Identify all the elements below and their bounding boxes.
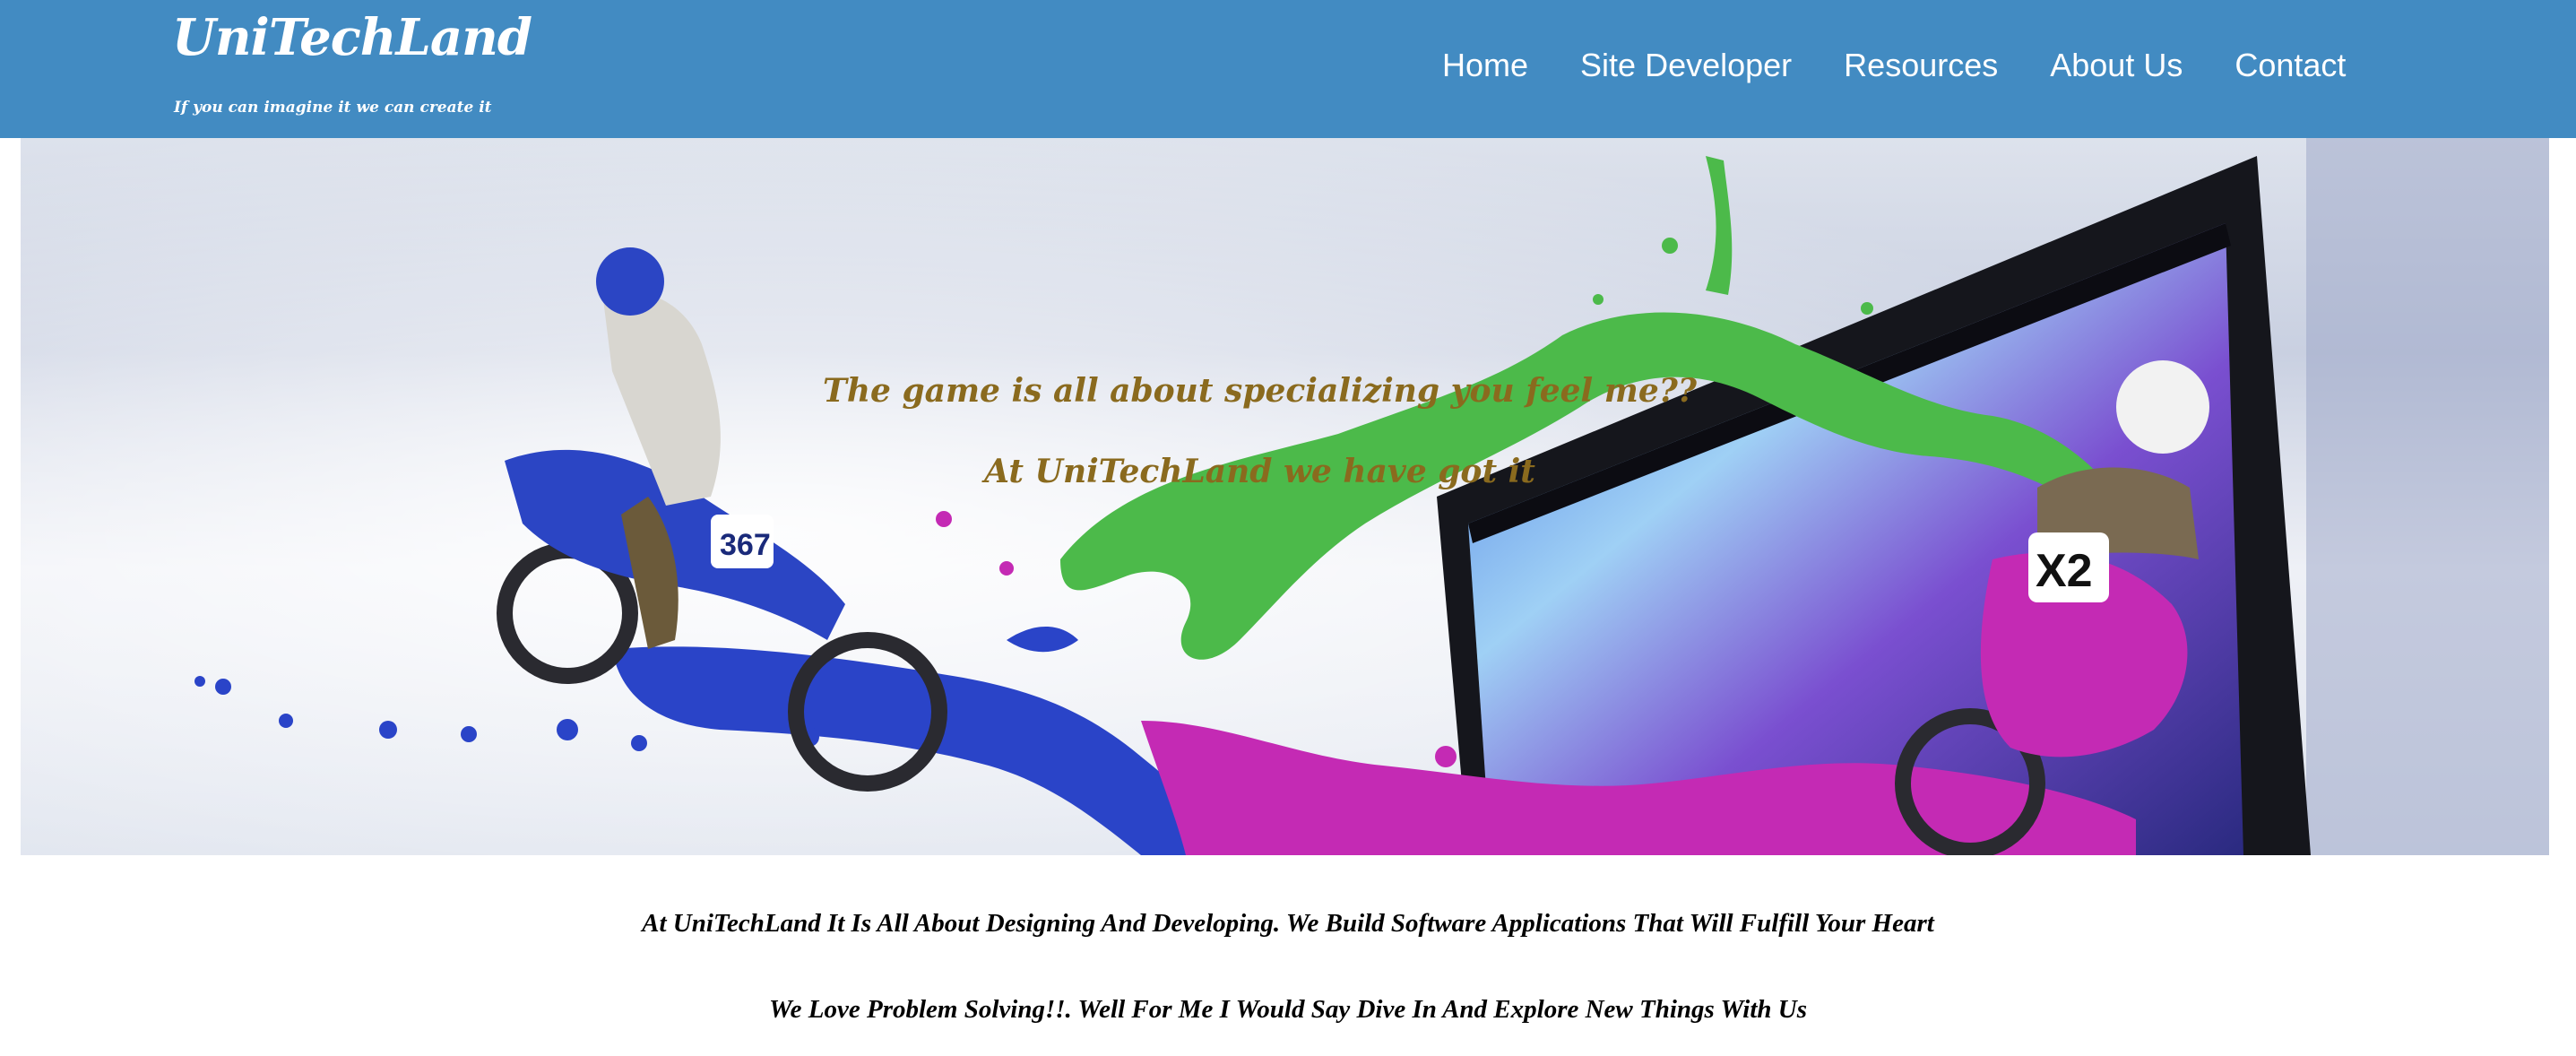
- nav-about-us[interactable]: About Us: [2050, 45, 2183, 86]
- site-tagline: If you can imagine it we can create it: [174, 99, 492, 117]
- main-nav: Home Site Developer Resources About Us C…: [1416, 45, 2372, 86]
- site-logo[interactable]: UniTechLand: [172, 7, 532, 68]
- hero-subheadline: At UniTechLand we have got it: [984, 453, 1535, 490]
- hero-image: 367 X2: [21, 138, 2549, 855]
- left-bike-number: 367: [720, 528, 771, 562]
- hero-headline: The game is all about specializing you f…: [823, 372, 1697, 410]
- intro-line-1: At UniTechLand It Is All About Designing…: [642, 909, 1934, 938]
- hero-banner: 367 X2 The game is all about specializin…: [21, 138, 2549, 855]
- brand[interactable]: UniTechLand If you can imagine it we can…: [172, 7, 532, 117]
- intro-line-2: We Love Problem Solving!!. Well For Me I…: [769, 995, 1807, 1024]
- nav-contact[interactable]: Contact: [2235, 45, 2346, 86]
- right-bike-number: X2: [2036, 545, 2093, 597]
- nav-home[interactable]: Home: [1442, 45, 1528, 86]
- nav-site-developer[interactable]: Site Developer: [1580, 45, 1792, 86]
- nav-resources[interactable]: Resources: [1844, 45, 1998, 86]
- site-header: UniTechLand If you can imagine it we can…: [0, 0, 2576, 138]
